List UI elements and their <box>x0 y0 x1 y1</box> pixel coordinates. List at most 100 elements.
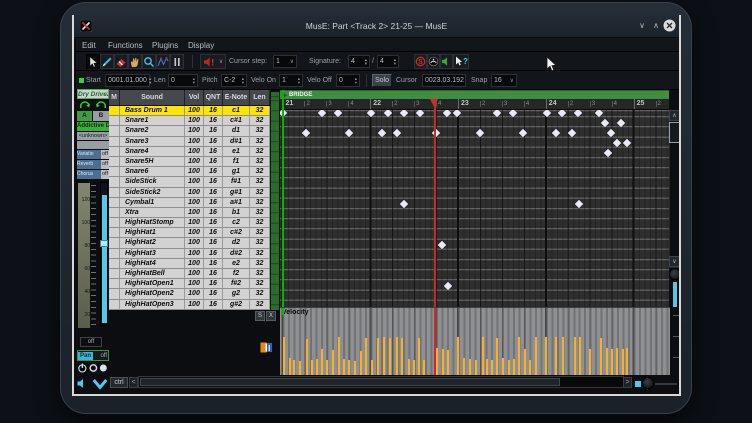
velocity-bar[interactable] <box>589 349 591 375</box>
note-diamond[interactable] <box>453 110 461 117</box>
velocity-bar[interactable] <box>508 360 510 375</box>
horizontal-scrollbar-thumb[interactable] <box>140 378 560 386</box>
velocity-bar[interactable] <box>316 359 318 375</box>
scroll-down-button[interactable]: ∨ <box>669 256 680 267</box>
hzoom-indicator[interactable] <box>635 381 641 387</box>
velo-on-spinbox[interactable]: 1▴▾ <box>279 74 303 87</box>
pan-tool-button[interactable] <box>128 54 142 69</box>
pencil-tool-button[interactable] <box>100 54 114 69</box>
drum-row-snare4[interactable]: Snare410016e132 <box>109 147 270 157</box>
note-diamond[interactable] <box>444 282 452 290</box>
note-diamond[interactable] <box>595 110 603 117</box>
track-name-box[interactable]: Dry Drive2 <box>77 89 109 99</box>
vertical-scrollbar-thumb[interactable] <box>669 122 680 143</box>
drum-row-highhatstomp[interactable]: HighHatStomp10016c232 <box>109 218 270 228</box>
drum-row-highhat3[interactable]: HighHat310016d#232 <box>109 249 270 259</box>
note-diamond[interactable] <box>543 110 551 117</box>
column-header-e-note[interactable]: E-Note <box>223 90 250 105</box>
velocity-bar[interactable] <box>289 358 291 375</box>
note-diamond[interactable] <box>509 110 517 117</box>
velocity-bar[interactable] <box>306 339 308 375</box>
drum-row-bass-drum-1[interactable]: Bass Drum 110016c132 <box>109 106 270 116</box>
column-header-len[interactable]: Len <box>250 90 270 105</box>
power-icon[interactable] <box>77 362 88 374</box>
marker-bar[interactable]: BRIDGE <box>280 90 669 99</box>
velocity-bar[interactable] <box>562 337 564 375</box>
drum-row-snare6[interactable]: Snare610016g132 <box>109 167 270 177</box>
velocity-bar[interactable] <box>469 359 471 375</box>
patch-name-box[interactable]: Addictive D <box>77 122 109 131</box>
drum-row-snare5h[interactable]: Snare5H10016f132 <box>109 157 270 167</box>
cyan-speaker-icon[interactable] <box>77 378 87 389</box>
cursor-step-combo[interactable]: 1 ∨ <box>273 55 297 68</box>
velocity-bar[interactable] <box>491 360 493 375</box>
signature-numerator-spinbox[interactable]: 4 ▴▾ <box>348 55 370 68</box>
note-diamond[interactable] <box>443 110 451 117</box>
velocity-bar[interactable] <box>442 349 444 375</box>
velocity-bar[interactable] <box>348 360 350 375</box>
velocity-bar[interactable] <box>463 358 465 375</box>
spin-arrows-icon[interactable]: ▴▾ <box>149 77 151 83</box>
crosshair-tool-button[interactable] <box>170 54 184 69</box>
note-diamond[interactable] <box>384 110 392 117</box>
note-diamond[interactable] <box>318 110 326 117</box>
menu-functions[interactable]: Functions <box>108 38 143 52</box>
note-diamond[interactable] <box>345 129 353 137</box>
velocity-bar[interactable] <box>574 337 576 375</box>
drum-row-highhatopen1[interactable]: HighHatOpen110016f#232 <box>109 279 270 289</box>
note-diamond[interactable] <box>552 129 560 137</box>
variation-knob-row[interactable]: Variatiooff <box>77 150 109 159</box>
velocity-panel[interactable]: Velocity <box>280 307 670 375</box>
velocity-bar[interactable] <box>332 350 334 375</box>
eraser-tool-button[interactable] <box>114 54 128 69</box>
fader-handle[interactable] <box>100 240 108 247</box>
reverb-knob-row[interactable]: Reverboff <box>77 160 109 169</box>
drum-row-highhat1[interactable]: HighHat110016c#232 <box>109 228 270 238</box>
drum-row-sidestick2[interactable]: SideStick210016g#132 <box>109 188 270 198</box>
note-diamond[interactable] <box>367 110 375 117</box>
velocity-solo-button[interactable]: S <box>255 311 265 321</box>
note-diamond[interactable] <box>334 110 342 117</box>
shade-button[interactable]: ∨ <box>636 20 648 32</box>
whats-this-button[interactable]: ? <box>453 54 469 69</box>
velocity-bar[interactable] <box>354 361 356 375</box>
note-diamond[interactable] <box>400 110 408 117</box>
velocity-bar[interactable] <box>299 361 301 375</box>
hscroll-left-button[interactable]: < <box>129 377 138 388</box>
drum-row-highhat4[interactable]: HighHat410016e232 <box>109 259 270 269</box>
bank-name-box[interactable]: <unknown> <box>77 132 109 140</box>
velocity-bar[interactable] <box>555 337 557 375</box>
spin-arrows-icon[interactable]: ▴▾ <box>298 77 300 83</box>
ctrl-button[interactable]: ctrl <box>110 377 128 388</box>
velocity-bar[interactable] <box>396 337 398 375</box>
vertical-zoom-indicator[interactable] <box>673 282 677 307</box>
start-spinbox[interactable]: 0001.01.000▴▾ <box>105 74 150 87</box>
spin-arrows-icon[interactable]: ▴▾ <box>242 77 244 83</box>
note-diamond[interactable] <box>613 139 621 147</box>
bank-a-button[interactable]: A <box>77 111 92 121</box>
note-diamond[interactable] <box>400 200 408 208</box>
draw-func-tool-button[interactable] <box>156 54 170 69</box>
velocity-bar[interactable] <box>622 349 624 375</box>
velocity-bar[interactable] <box>283 337 285 375</box>
velocity-bar[interactable] <box>293 360 295 375</box>
velo-off-spinbox[interactable]: 0▴▾ <box>336 74 360 87</box>
note-diamond[interactable] <box>476 129 484 137</box>
velocity-bar[interactable] <box>436 348 438 375</box>
drum-row-highhatopen3[interactable]: HighHatOpen310016g#232 <box>109 300 270 310</box>
note-diamond[interactable] <box>393 129 401 137</box>
mute-dot-icon[interactable] <box>98 362 109 374</box>
speaker-events-button[interactable]: S <box>414 54 427 69</box>
velocity-bar[interactable] <box>365 338 367 375</box>
velocity-bar[interactable] <box>518 337 520 375</box>
big-chevron-down-icon[interactable] <box>92 378 108 390</box>
scroll-up-button[interactable]: ∧ <box>669 110 680 121</box>
velocity-bar[interactable] <box>535 337 537 375</box>
velocity-bar[interactable] <box>496 338 498 375</box>
drum-row-snare1[interactable]: Snare110016c#132 <box>109 116 270 126</box>
drum-row-xtra[interactable]: Xtra10016b132 <box>109 208 270 218</box>
velocity-bar[interactable] <box>600 338 602 375</box>
solo-button[interactable]: Solo <box>372 74 392 87</box>
velocity-bar[interactable] <box>389 338 391 375</box>
column-header-m[interactable]: M <box>109 90 120 105</box>
